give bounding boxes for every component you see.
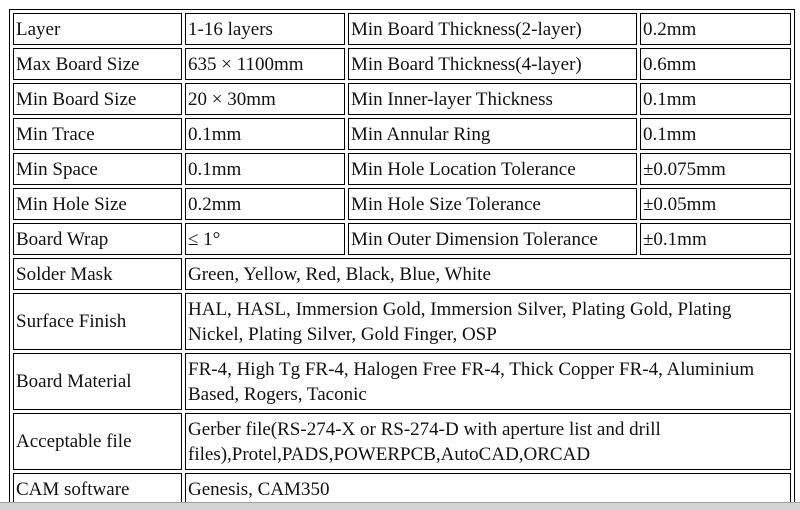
spec-label: Min Outer Dimension Tolerance [348,223,637,255]
spec-value: FR-4, High Tg FR-4, Halogen Free FR-4, T… [185,353,791,410]
spec-value: 20 × 30mm [185,83,345,115]
spec-value: ±0.05mm [640,188,791,220]
spec-value: ≤ 1° [185,223,345,255]
spec-value: Green, Yellow, Red, Black, Blue, White [185,258,791,290]
table-row: Min Hole Size 0.2mm Min Hole Size Toleranc… [13,188,791,220]
spec-value: Gerber file(RS-274-X or RS-274-D with ap… [185,413,791,470]
table-row: Min Space 0.1mm Min Hole Location Toleranc… [13,153,791,185]
spec-value: ±0.1mm [640,223,791,255]
table-row: Solder Mask Green, Yellow, Red, Black, Bl… [13,258,791,290]
spec-value: 635 × 1100mm [185,48,345,80]
spec-label: Min Annular Ring [348,118,637,150]
spec-label: Min Board Size [13,83,182,115]
table-row: Acceptable file Gerber file(RS-274-X or R… [13,413,791,470]
spec-value: 0.1mm [640,83,791,115]
table-row: Surface Finish HAL, HASL, Immersion Gold,… [13,293,791,350]
spec-label: Board Material [13,353,182,410]
spec-value: 0.2mm [640,13,791,45]
spec-label: Board Wrap [13,223,182,255]
table-row: Min Board Size 20 × 30mm Min Inner-layer T… [13,83,791,115]
spec-label: Min Space [13,153,182,185]
spec-value: 0.2mm [185,188,345,220]
spec-value: ±0.075mm [640,153,791,185]
pcb-capability-table: Layer 1-16 layers Min Board Thickness(2-la… [9,9,795,509]
spec-label: Layer [13,13,182,45]
table-row: Layer 1-16 layers Min Board Thickness(2-la… [13,13,791,45]
spec-label: Min Board Thickness(4-layer) [348,48,637,80]
spec-label: Min Inner-layer Thickness [348,83,637,115]
spec-label: Acceptable file [13,413,182,470]
spec-label: CAM software [13,473,182,505]
spec-value: 0.1mm [185,118,345,150]
spec-label: Min Hole Size [13,188,182,220]
spec-value: 0.1mm [185,153,345,185]
spec-value: 0.6mm [640,48,791,80]
table-row: CAM software Genesis, CAM350 [13,473,791,505]
spec-label: Min Trace [13,118,182,150]
spec-label: Max Board Size [13,48,182,80]
spec-label: Solder Mask [13,258,182,290]
spec-value: 0.1mm [640,118,791,150]
spec-value: 1-16 layers [185,13,345,45]
spec-value: HAL, HASL, Immersion Gold, Immersion Sil… [185,293,791,350]
spec-label: Min Hole Location Tolerance [348,153,637,185]
table-row: Max Board Size 635 × 1100mm Min Board Thic… [13,48,791,80]
spec-label: Surface Finish [13,293,182,350]
spec-label: Min Board Thickness(2-layer) [348,13,637,45]
table-row: Board Wrap ≤ 1° Min Outer Dimension Tolera… [13,223,791,255]
spec-value: Genesis, CAM350 [185,473,791,505]
spec-label: Min Hole Size Tolerance [348,188,637,220]
table-row: Board Material FR-4, High Tg FR-4, Haloge… [13,353,791,410]
table-row: Min Trace 0.1mm Min Annular Ring 0.1mm [13,118,791,150]
